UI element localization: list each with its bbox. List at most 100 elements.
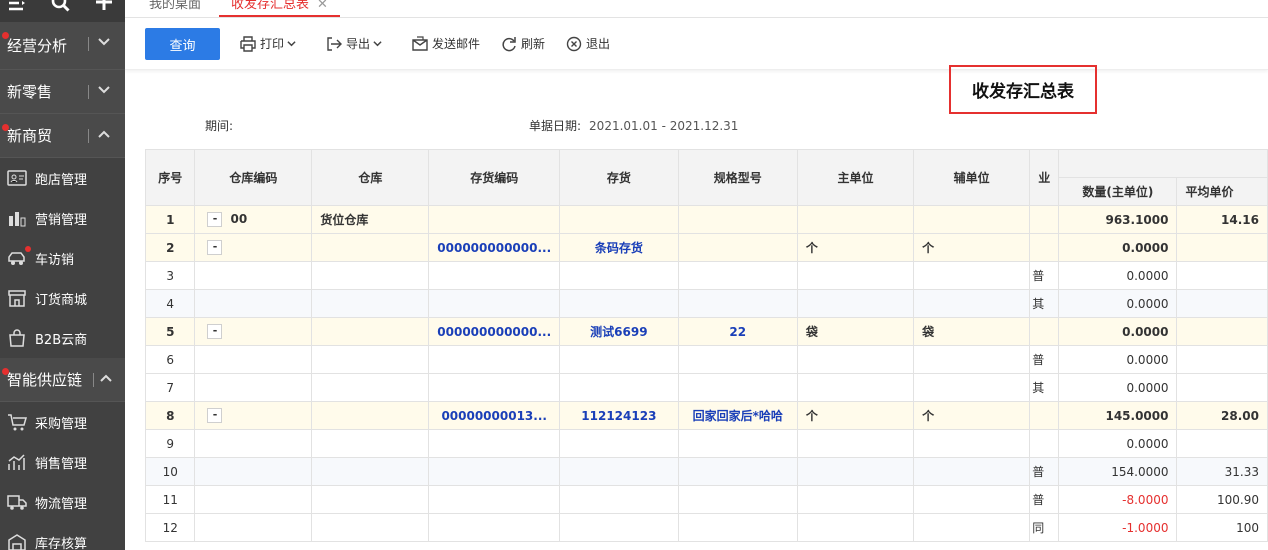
collapse-toggle-button[interactable]: - [207,212,223,227]
cell-text: 2 [166,240,175,255]
col-header-business[interactable]: 业 [1029,149,1060,206]
cell-avg-price [1176,373,1268,402]
cell-warehouse: 货位仓库 [311,205,430,234]
chevron-up-icon[interactable] [99,371,113,385]
cell-quantity: 0.0000 [1058,289,1178,318]
col-header-inventory[interactable]: 存货 [559,149,679,206]
col-header-aux-unit[interactable]: 辅单位 [913,149,1031,206]
table-row[interactable]: 7 其 0.0000 [144,373,1268,402]
cell-avg-price [1176,345,1268,374]
table-row[interactable]: 6 普 0.0000 [144,345,1268,374]
chevron-up-icon[interactable] [97,127,111,141]
collapse-toggle-button[interactable]: - [207,324,223,339]
cell-seq: 6 [144,345,196,374]
cell-aux-unit [913,513,1031,542]
shopping-bag-icon [9,329,25,347]
collapse-toggle-button[interactable]: - [207,240,223,255]
refresh-button[interactable]: 刷新 [501,35,545,52]
table-row[interactable]: 1 -00 货位仓库 963.1000 14.16 [144,205,1268,234]
cell-warehouse-code [194,513,313,542]
cell-main-unit [796,457,915,486]
sidebar-item-store-visit[interactable]: 跑店管理 [0,158,125,198]
cell-warehouse [311,373,430,402]
storefront-icon [8,290,26,307]
print-button[interactable]: 打印 [240,35,296,52]
cell-text: 0.0000 [1122,324,1169,339]
cell-text: 普 [1032,269,1045,283]
cell-text: 0.0000 [1126,296,1169,311]
sidebar-item-car-sales[interactable]: 车访销 [0,238,125,278]
cell-aux-unit [913,373,1031,402]
cell-main-unit: 袋 [796,317,915,346]
sidebar-group-new-retail[interactable]: 新零售 [0,70,125,114]
cell-text: 11 [162,492,178,507]
cell-main-unit [796,261,915,290]
col-header-seq[interactable]: 序号 [144,149,196,206]
sidebar-group-smart-supply-chain[interactable]: 智能供应链 [0,358,125,402]
close-icon[interactable]: ✕ [317,0,328,13]
col-header-warehouse-code[interactable]: 仓库编码 [194,149,313,206]
menu-collapse-icon[interactable] [6,0,28,16]
sidebar-item-label: 库存核算 [35,536,88,550]
cell-spec [677,345,798,374]
table-row[interactable]: 10 普 154.0000 31.33 [144,457,1268,486]
export-button[interactable]: 导出 [326,35,382,52]
sidebar-item-b2b-cloud[interactable]: B2B云商 [0,318,125,358]
cell-text: 4 [166,296,175,311]
col-header-avg-price[interactable]: 平均单价 [1176,177,1268,206]
cell-warehouse [311,457,430,486]
col-header-spec[interactable]: 规格型号 [677,149,798,206]
sidebar-item-marketing[interactable]: 营销管理 [0,198,125,238]
cell-text: 112124123 [581,408,657,423]
cell-aux-unit [913,485,1031,514]
query-button[interactable]: 查询 [145,28,220,60]
cell-main-unit: 个 [796,233,915,262]
document-date-field: 单据日期: 2021.01.01 - 2021.12.31 [529,117,738,134]
sidebar-item-inventory-accounting[interactable]: 库存核算 [0,522,125,550]
table-row[interactable]: 4 其 0.0000 [144,289,1268,318]
cell-text: 14.16 [1221,212,1259,227]
send-email-button[interactable]: 发送邮件 [412,35,480,52]
cell-text: 000000000000... [437,324,552,339]
table-row[interactable]: 11 普 -8.0000 100.90 [144,485,1268,514]
sidebar-group-new-trade[interactable]: 新商贸 [0,114,125,158]
chevron-down-icon[interactable] [97,35,111,49]
sidebar-item-purchase[interactable]: 采购管理 [0,402,125,442]
cell-warehouse-code [194,485,313,514]
cell-aux-unit [913,205,1031,234]
cell-spec [677,457,798,486]
tab-my-desktop[interactable]: 我的桌面 [137,0,213,17]
notification-dot [2,368,9,375]
cell-text: 其 [1032,381,1045,395]
col-header-main-unit[interactable]: 主单位 [796,149,915,206]
col-header-quantity[interactable]: 数量(主单位) [1058,177,1178,206]
sidebar-item-sales[interactable]: 销售管理 [0,442,125,482]
sidebar-group-label: 智能供应链 [7,371,83,389]
add-icon[interactable] [93,0,115,16]
table-row[interactable]: 2 - 000000000000... 条码存货 个 个 0.0000 [144,233,1268,262]
cell-text: 9 [166,436,175,451]
cell-quantity: 0.0000 [1058,317,1178,346]
collapse-toggle-button[interactable]: - [207,408,223,423]
cell-inventory-code [428,345,561,374]
sidebar-group-business-analysis[interactable]: 经营分析 [0,22,125,70]
table-row[interactable]: 5 - 000000000000... 测试6699 22 袋 袋 0.0000 [144,317,1268,346]
col-header-warehouse[interactable]: 仓库 [311,149,430,206]
table-row[interactable]: 3 普 0.0000 [144,261,1268,290]
exit-button[interactable]: 退出 [566,35,610,52]
cell-text: 回家回家后*哈哈 [692,409,783,423]
chevron-down-icon[interactable] [97,83,111,97]
table-row[interactable]: 12 同 -1.0000 100 [144,513,1268,542]
col-header-inventory-code[interactable]: 存货编码 [428,149,561,206]
bar-chart-icon [9,212,26,227]
table-row[interactable]: 8 - 00000000013... 112124123 回家回家后*哈哈 个 个 145.0… [144,401,1268,430]
sidebar-item-logistics[interactable]: 物流管理 [0,482,125,522]
tab-inventory-summary[interactable]: 收发存汇总表 ✕ [219,0,340,17]
search-icon[interactable] [50,0,72,16]
cell-text: 个 [922,409,935,423]
sidebar-item-order-mall[interactable]: 订货商城 [0,278,125,318]
cell-avg-price [1176,289,1268,318]
table-row[interactable]: 9 0.0000 [144,429,1268,458]
cell-aux-unit [913,345,1031,374]
print-label: 打印 [260,37,285,51]
